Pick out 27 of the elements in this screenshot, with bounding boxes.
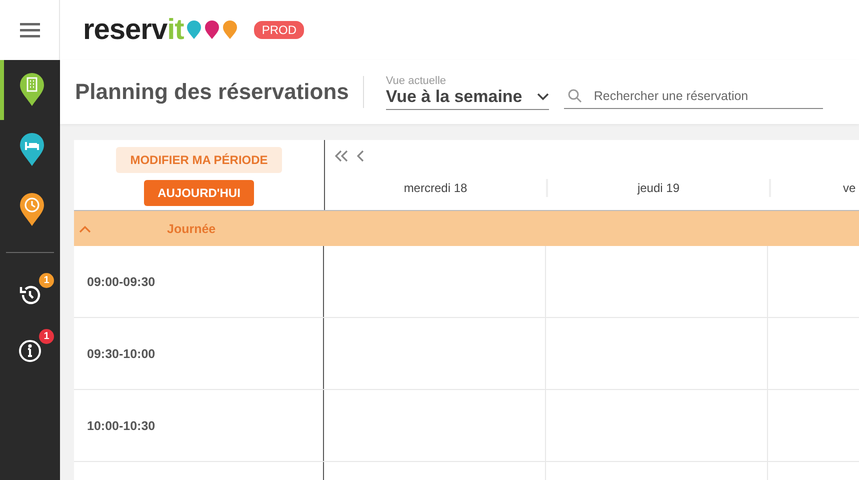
page-title: Planning des réservations: [75, 79, 349, 105]
pins-icon: [186, 20, 238, 40]
time-slot-label: 09:30-10:00: [87, 346, 156, 360]
day-header: jeudi 19: [637, 180, 680, 194]
search-icon[interactable]: [568, 89, 582, 103]
period-button[interactable]: MODIFIER MA PÉRIODE: [116, 146, 282, 172]
chevron-left-icon[interactable]: [357, 150, 365, 162]
bed-pin-icon: [19, 133, 45, 167]
today-button[interactable]: AUJOURD'HUI: [144, 180, 254, 206]
chevron-down-icon[interactable]: [536, 92, 549, 100]
clock-pin-icon: [19, 193, 45, 227]
environment-badge: PROD: [254, 21, 304, 39]
history-icon[interactable]: [18, 283, 42, 307]
view-select[interactable]: Vue actuelle Vue à la semaine: [386, 74, 549, 110]
search-field[interactable]: Rechercher une réservation: [594, 89, 814, 103]
time-slot-label: 10:00-10:30: [87, 418, 156, 432]
logo: reservit: [83, 14, 238, 46]
day-header: mercredi 18: [404, 180, 468, 194]
menu-icon[interactable]: [20, 22, 40, 38]
info-icon[interactable]: [18, 339, 42, 363]
notification-badge: 1: [39, 273, 54, 288]
double-chevron-left-icon[interactable]: [335, 150, 349, 162]
building-pin-icon: [19, 73, 45, 107]
day-header: ve: [843, 180, 856, 194]
notification-badge: 1: [39, 329, 54, 344]
band-label: Journée: [167, 222, 216, 236]
time-slot-label: 09:00-09:30: [87, 274, 156, 288]
